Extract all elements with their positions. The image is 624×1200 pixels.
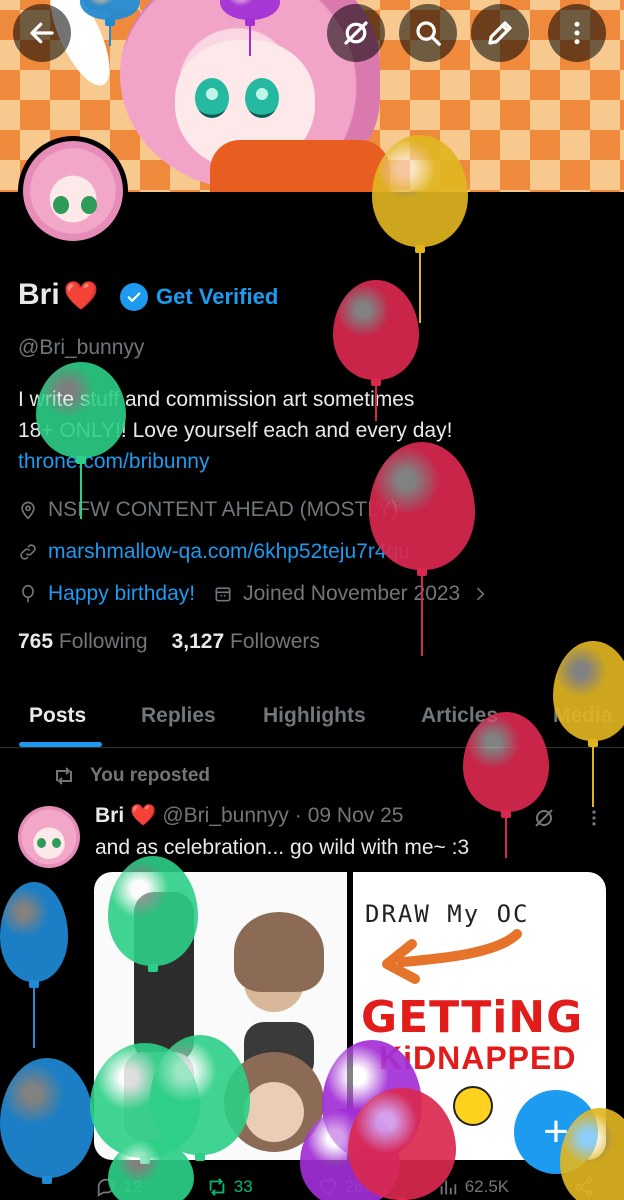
repost-button[interactable]: 33 [206, 1176, 253, 1198]
heart-icon [319, 1179, 336, 1196]
profile-handle: @Bri_bunnyy [18, 336, 145, 359]
reply-icon [97, 1178, 115, 1197]
following-link[interactable]: 765 Following [18, 630, 148, 654]
repost-icon [56, 767, 72, 785]
get-verified-label: Get Verified [156, 284, 279, 309]
balloon [0, 882, 68, 1052]
following-label: Following [58, 630, 148, 653]
image-text-kidnapped: KiDNAPPED [379, 1040, 577, 1076]
tab-media[interactable]: Media [553, 704, 613, 728]
post-author[interactable]: Bri [95, 804, 124, 828]
balloon [0, 1058, 94, 1188]
link-icon [20, 544, 36, 560]
tab-articles[interactable]: Articles [421, 704, 498, 728]
repost-indicator: You reposted [52, 765, 210, 787]
search-button[interactable] [399, 4, 457, 62]
views-icon [440, 1180, 456, 1195]
profile-website[interactable]: marshmallow-qa.com/6khp52teju7r4qu [18, 540, 410, 564]
views-count: 62.5K [464, 1177, 510, 1196]
share-icon [575, 1177, 593, 1197]
profile-avatar[interactable] [18, 136, 128, 246]
website-link[interactable]: marshmallow-qa.com/6khp52teju7r4qu [48, 540, 410, 564]
tab-posts[interactable]: Posts [29, 704, 86, 728]
hide-icon [344, 21, 368, 45]
location-text: NSFW CONTENT AHEAD (MOSTLY) [48, 498, 399, 521]
bio-link[interactable]: throne.com/bribunny [18, 446, 618, 477]
bio-line-1: I write stuff and commission art sometim… [18, 388, 415, 411]
like-button[interactable]: 265 [317, 1176, 373, 1198]
emoji-face-drawing [453, 1086, 493, 1126]
arrow-left-drawing [382, 929, 522, 984]
followers-link[interactable]: 3,127 Followers [172, 630, 320, 654]
tab-highlights[interactable]: Highlights [263, 704, 366, 728]
profile-name: Bri ❤️ [18, 278, 99, 312]
birthday-text[interactable]: Happy birthday! [48, 582, 195, 606]
followers-label: Followers [230, 630, 320, 653]
post-image-left[interactable] [94, 872, 347, 1160]
share-button[interactable] [573, 1176, 595, 1198]
views-button[interactable]: 62.5K [437, 1176, 509, 1198]
joined-text: Joined November 2023 [243, 582, 461, 605]
heart-emoji: ❤️ [63, 279, 99, 311]
calendar-icon [215, 587, 231, 602]
repost-label: You reposted [90, 765, 210, 786]
location-pin-icon [21, 501, 35, 520]
back-button[interactable] [13, 4, 71, 62]
post-date: 09 Nov 25 [307, 804, 404, 827]
profile-location: NSFW CONTENT AHEAD (MOSTLY) [18, 498, 398, 522]
profile-dates: Happy birthday! Joined November 2023 [18, 582, 490, 606]
post-actions: 12 33 265 62.5K [95, 1176, 595, 1198]
post-author-emoji: ❤️ [130, 804, 157, 827]
followers-count: 3,127 [171, 630, 225, 653]
get-verified-button[interactable]: Get Verified [120, 283, 278, 311]
profile-bio: I write stuff and commission art sometim… [18, 384, 618, 477]
repost-count: 33 [233, 1177, 253, 1196]
post-avatar[interactable] [18, 806, 80, 868]
reply-button[interactable]: 12 [95, 1176, 142, 1198]
search-icon [416, 21, 441, 46]
active-tab-indicator [19, 742, 102, 747]
more-button[interactable] [548, 4, 606, 62]
post-text: and as celebration... go wild with me~ :… [95, 836, 470, 859]
following-count: 765 [18, 630, 54, 653]
post-hide-icon[interactable] [532, 806, 556, 830]
post-separator: · [294, 804, 302, 827]
repost-icon [209, 1178, 225, 1196]
like-count: 265 [344, 1177, 373, 1196]
compose-button[interactable]: + [514, 1090, 598, 1174]
follow-stats: 765 Following 3,127 Followers [18, 630, 320, 654]
edit-button[interactable] [471, 4, 529, 62]
more-vertical-icon [574, 21, 580, 45]
post-handle[interactable]: @Bri_bunnyy [162, 804, 288, 828]
profile-tabs: Posts Replies Highlights Articles Media [0, 688, 624, 748]
verified-badge-icon [120, 283, 148, 311]
edit-icon [488, 21, 512, 45]
tab-replies[interactable]: Replies [141, 704, 216, 728]
post-more-icon[interactable] [584, 806, 604, 830]
arrow-left-icon [30, 22, 54, 44]
profile-name-text: Bri [18, 278, 60, 311]
bio-line-2: 18+ ONLY!! Love yourself each and every … [18, 419, 453, 442]
reply-count: 12 [123, 1177, 142, 1196]
balloon-icon [22, 584, 34, 603]
image-text-getting: GETTiNG [361, 992, 584, 1043]
post-header: Bri ❤️ @Bri_bunnyy · 09 Nov 25 [95, 804, 403, 828]
hide-button[interactable] [327, 4, 385, 62]
chevron-right-icon[interactable] [470, 584, 490, 604]
